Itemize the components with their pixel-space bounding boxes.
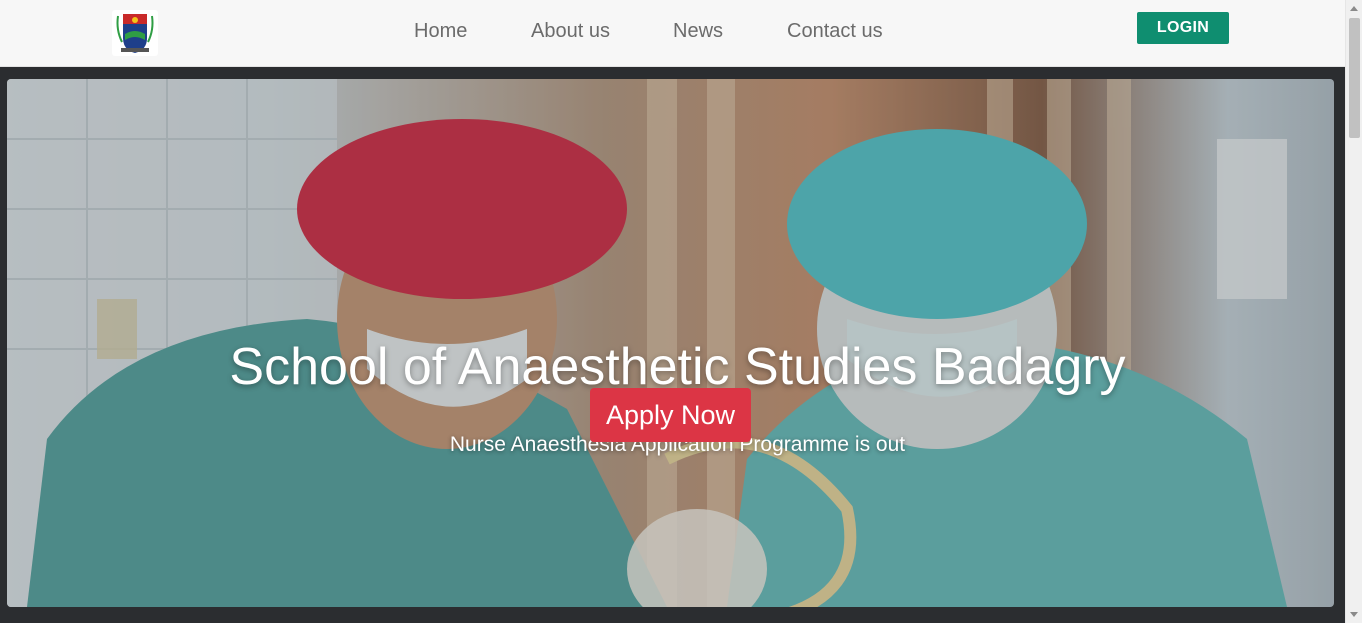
scroll-thumb[interactable] bbox=[1349, 18, 1360, 138]
login-button[interactable]: LOGIN bbox=[1137, 12, 1229, 44]
top-navbar: Home About us News Contact us LOGIN bbox=[0, 0, 1345, 67]
page-scrollbar[interactable] bbox=[1345, 0, 1362, 623]
hero-banner: School of Anaesthetic Studies Badagry Nu… bbox=[7, 79, 1334, 607]
scroll-down-icon[interactable] bbox=[1350, 612, 1358, 617]
crest-logo-icon[interactable] bbox=[112, 10, 158, 56]
nav-link-contact[interactable]: Contact us bbox=[787, 20, 883, 43]
scroll-up-icon[interactable] bbox=[1350, 6, 1358, 11]
nav-link-about[interactable]: About us bbox=[531, 20, 610, 43]
apply-now-button[interactable]: Apply Now bbox=[590, 388, 751, 442]
nav-link-home[interactable]: Home bbox=[414, 20, 467, 43]
nav-link-news[interactable]: News bbox=[673, 20, 723, 43]
